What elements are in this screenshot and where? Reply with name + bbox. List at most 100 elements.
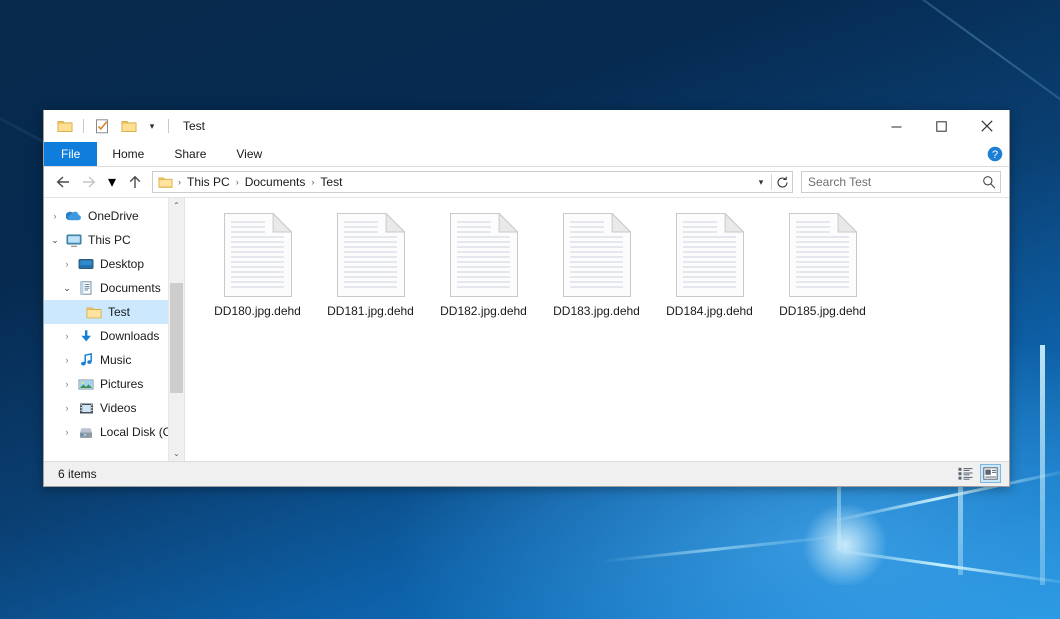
breadcrumb-item-this-pc[interactable]: This PC xyxy=(183,175,234,189)
sidebar-item-onedrive[interactable]: › OneDrive xyxy=(44,204,184,228)
title-bar[interactable]: ▾ Test xyxy=(44,110,1009,142)
breadcrumb: › This PC › Documents › Test xyxy=(157,175,751,189)
tab-home[interactable]: Home xyxy=(97,142,159,166)
address-bar-row: ▾ › This PC › Documents › Test xyxy=(44,167,1009,197)
generic-document-icon xyxy=(337,212,405,298)
toolbar-divider xyxy=(168,119,169,133)
chevron-right-icon[interactable]: › xyxy=(58,372,76,396)
sidebar-item-music[interactable]: › Music xyxy=(44,348,184,372)
sidebar-item-label: Local Disk (C:) xyxy=(100,426,179,438)
quick-access-toolbar: ▾ Test xyxy=(44,116,205,137)
sidebar-item-label: Music xyxy=(100,354,131,366)
sidebar-item-label: Documents xyxy=(100,282,161,294)
sidebar-item-videos[interactable]: › Videos xyxy=(44,396,184,420)
svg-text:?: ? xyxy=(992,149,998,161)
properties-icon[interactable] xyxy=(92,116,113,137)
details-view-button[interactable] xyxy=(955,464,976,483)
list-item[interactable]: DD180.jpg.dehd xyxy=(201,212,314,318)
desktop-icon xyxy=(76,252,96,276)
toolbar-divider xyxy=(83,119,84,133)
breadcrumb-item-documents[interactable]: Documents xyxy=(241,175,310,189)
breadcrumb-separator-icon[interactable]: › xyxy=(176,177,183,187)
address-history-chevron-down-icon[interactable]: ▾ xyxy=(751,172,771,192)
close-icon[interactable] xyxy=(964,110,1009,142)
navigation-scrollbar[interactable]: ⌃ ⌄ xyxy=(168,198,184,461)
chevron-right-icon[interactable]: › xyxy=(58,324,76,348)
picture-icon xyxy=(76,372,96,396)
sidebar-item-local-disk-c[interactable]: › Local Disk (C:) xyxy=(44,420,184,444)
window-title: Test xyxy=(183,119,205,133)
folder-icon[interactable] xyxy=(54,116,75,137)
expand-ribbon-chevron-down-icon[interactable]: ⱟ xyxy=(971,149,979,159)
search-box[interactable] xyxy=(801,171,1001,193)
scroll-up-arrow-icon[interactable]: ⌃ xyxy=(169,198,184,213)
large-icons-view-button[interactable] xyxy=(980,464,1001,483)
customize-quick-access-chevron-down-icon[interactable]: ▾ xyxy=(144,116,160,136)
video-icon xyxy=(76,396,96,420)
chevron-right-icon[interactable]: › xyxy=(58,348,76,372)
sidebar-item-desktop[interactable]: › Desktop xyxy=(44,252,184,276)
monitor-icon xyxy=(64,228,84,252)
view-mode-buttons xyxy=(955,464,1001,483)
back-button[interactable] xyxy=(50,170,76,194)
tab-view[interactable]: View xyxy=(221,142,277,166)
status-bar: 6 items xyxy=(44,461,1009,486)
file-name-label: DD182.jpg.dehd xyxy=(440,304,527,318)
list-item[interactable]: DD182.jpg.dehd xyxy=(427,212,540,318)
breadcrumb-separator-icon[interactable]: › xyxy=(234,177,241,187)
generic-document-icon xyxy=(676,212,744,298)
chevron-right-icon[interactable]: › xyxy=(46,204,64,228)
file-name-label: DD181.jpg.dehd xyxy=(327,304,414,318)
tab-share[interactable]: Share xyxy=(159,142,221,166)
scroll-down-arrow-icon[interactable]: ⌄ xyxy=(169,446,184,461)
window-controls xyxy=(874,110,1009,142)
chevron-down-icon[interactable]: ⌄ xyxy=(46,228,64,252)
search-input[interactable] xyxy=(802,174,978,190)
list-item[interactable]: DD181.jpg.dehd xyxy=(314,212,427,318)
sidebar-item-downloads[interactable]: › Downloads xyxy=(44,324,184,348)
search-icon[interactable] xyxy=(978,175,1000,189)
minimize-icon[interactable] xyxy=(874,110,919,142)
sidebar-item-label: This PC xyxy=(88,234,131,246)
scrollbar-thumb[interactable] xyxy=(170,283,183,393)
windows-logo-ray-icon xyxy=(830,548,1060,586)
recent-locations-chevron-down-icon[interactable]: ▾ xyxy=(102,170,122,194)
up-button[interactable] xyxy=(122,170,148,194)
ribbon-right-controls: ⱟ ? xyxy=(971,142,1003,166)
document-icon xyxy=(76,276,96,300)
new-folder-icon[interactable] xyxy=(118,116,139,137)
file-list-pane[interactable]: DD180.jpg.dehd xyxy=(184,198,1009,461)
sidebar-item-test[interactable]: Test xyxy=(44,300,184,324)
chevron-down-icon[interactable]: ⌄ xyxy=(58,276,76,300)
sidebar-item-this-pc[interactable]: ⌄ This PC xyxy=(44,228,184,252)
sidebar-item-documents[interactable]: ⌄ Documents xyxy=(44,276,184,300)
item-count-label: 6 items xyxy=(50,467,97,481)
window-body: › OneDrive ⌄ Thi xyxy=(44,197,1009,461)
help-icon[interactable]: ? xyxy=(987,146,1003,162)
list-item[interactable]: DD183.jpg.dehd xyxy=(540,212,653,318)
forward-button[interactable] xyxy=(76,170,102,194)
windows-logo-glow-icon xyxy=(800,505,890,585)
chevron-right-icon[interactable]: › xyxy=(58,396,76,420)
breadcrumb-separator-icon[interactable]: › xyxy=(309,177,316,187)
windows-logo-ray-icon xyxy=(600,534,849,563)
breadcrumb-item-test[interactable]: Test xyxy=(316,175,346,189)
generic-document-icon xyxy=(224,212,292,298)
tab-file[interactable]: File xyxy=(44,142,97,166)
refresh-icon[interactable] xyxy=(772,172,792,192)
breadcrumb-bar[interactable]: › This PC › Documents › Test ▾ xyxy=(152,171,793,193)
download-icon xyxy=(76,324,96,348)
chevron-right-icon[interactable]: › xyxy=(58,252,76,276)
folder-icon xyxy=(157,176,176,189)
generic-document-icon xyxy=(563,212,631,298)
sidebar-item-label: Test xyxy=(108,306,130,318)
chevron-right-icon[interactable]: › xyxy=(58,420,76,444)
folder-icon xyxy=(84,300,104,324)
list-item[interactable]: DD185.jpg.dehd xyxy=(766,212,879,318)
sidebar-item-label: Videos xyxy=(100,402,136,414)
file-grid: DD180.jpg.dehd xyxy=(185,198,1009,318)
file-name-label: DD180.jpg.dehd xyxy=(214,304,301,318)
list-item[interactable]: DD184.jpg.dehd xyxy=(653,212,766,318)
maximize-icon[interactable] xyxy=(919,110,964,142)
sidebar-item-pictures[interactable]: › Pictures xyxy=(44,372,184,396)
